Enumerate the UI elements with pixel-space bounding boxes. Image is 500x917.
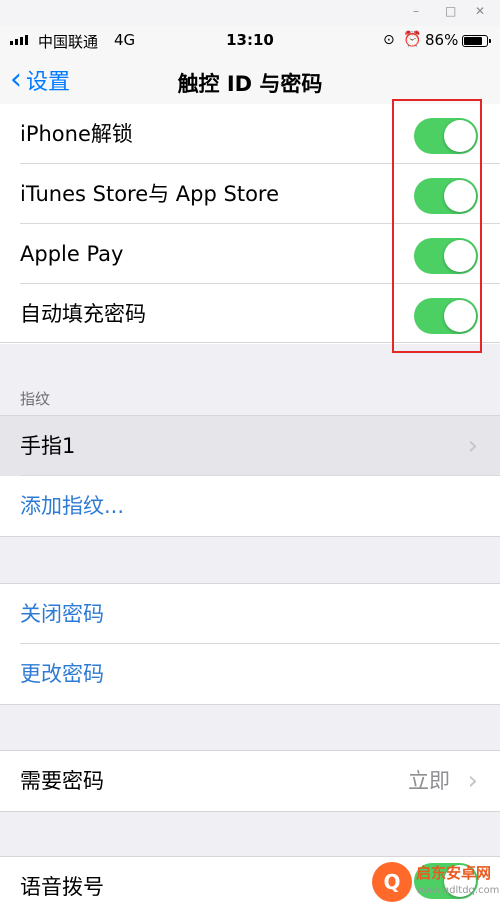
divider xyxy=(0,704,500,705)
iphone-unlock-label: iPhone解锁 xyxy=(20,122,133,146)
fingerprint-section-header: 指纹 xyxy=(20,390,51,408)
battery-icon xyxy=(462,35,491,47)
battery-percent: 86% xyxy=(425,31,459,49)
watermark-url: www.qdltdq.com xyxy=(416,885,500,896)
require-passcode-row[interactable]: 需要密码 立即 › xyxy=(0,751,500,811)
require-passcode-value: 立即 xyxy=(408,769,450,793)
turn-off-passcode-label: 关闭密码 xyxy=(20,602,104,626)
require-passcode-group: 需要密码 立即 › xyxy=(0,751,500,811)
add-fingerprint-label: 添加指纹... xyxy=(20,494,125,518)
add-fingerprint-button[interactable]: 添加指纹... xyxy=(0,476,500,536)
highlight-annotation xyxy=(392,99,482,353)
passcode-group: 关闭密码 更改密码 xyxy=(0,584,500,704)
close-button[interactable]: ✕ xyxy=(475,4,485,18)
itunes-appstore-label: iTunes Store与 App Store xyxy=(20,182,280,206)
change-passcode-label: 更改密码 xyxy=(20,662,104,686)
window-controls: – □ ✕ xyxy=(0,0,500,26)
watermark-name: 启东安卓网 xyxy=(416,864,492,882)
alarm-icon: ⏰ xyxy=(403,30,422,48)
divider xyxy=(0,536,500,537)
fingerprint-group: 手指1 › 添加指纹... xyxy=(0,416,500,536)
autofill-password-label: 自动填充密码 xyxy=(20,302,146,326)
watermark-logo-icon: Q xyxy=(372,862,412,902)
change-passcode-button[interactable]: 更改密码 xyxy=(0,644,500,704)
chevron-right-icon: › xyxy=(467,431,478,461)
apple-pay-label: Apple Pay xyxy=(20,242,124,266)
divider xyxy=(0,811,500,812)
status-bar: 中国联通 4G 13:10 ⊙ ⏰ 86% xyxy=(0,26,500,56)
require-passcode-label: 需要密码 xyxy=(20,769,104,793)
site-watermark: Q 启东安卓网 www.qdltdq.com xyxy=(372,852,500,912)
turn-off-passcode-button[interactable]: 关闭密码 xyxy=(0,584,500,644)
minimize-button[interactable]: – xyxy=(413,4,419,18)
rotation-lock-icon: ⊙ xyxy=(383,32,395,48)
maximize-button[interactable]: □ xyxy=(445,4,456,18)
chevron-right-icon: › xyxy=(467,766,478,796)
finger-1-row[interactable]: 手指1 › xyxy=(0,416,500,476)
finger-1-label: 手指1 xyxy=(20,434,76,458)
page-title: 触控 ID 与密码 xyxy=(177,72,323,96)
voice-dial-label: 语音拨号 xyxy=(20,875,104,899)
